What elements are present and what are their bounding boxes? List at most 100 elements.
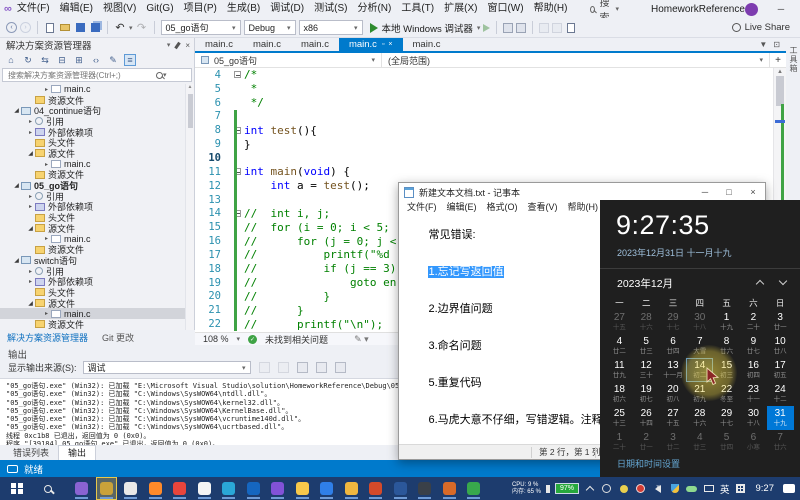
calendar-day-cell[interactable]: 5 廿三 [633, 334, 660, 358]
menu-item[interactable]: Git(G) [141, 0, 178, 18]
expander-icon[interactable] [26, 118, 35, 125]
edit-icon[interactable]: ✎ ▾ [354, 334, 369, 345]
navigate-back-icon[interactable]: ‹ [6, 22, 17, 33]
code-line[interactable]: 4 /* [195, 68, 786, 82]
tree-item[interactable]: 头文件 [0, 212, 186, 223]
expander-icon[interactable] [26, 300, 35, 307]
maximize-button[interactable]: □ [717, 183, 741, 201]
maximize-button[interactable]: □ [794, 0, 800, 18]
properties-icon[interactable]: ✎ [107, 55, 119, 66]
close-button[interactable]: × [741, 183, 765, 201]
add-view-button[interactable]: + [770, 53, 786, 67]
recording-icon[interactable] [635, 482, 647, 496]
dock-tab[interactable]: Git 更改 [95, 331, 141, 345]
tree-item[interactable]: 04_continue语句 [0, 105, 186, 116]
dock-tab[interactable]: 解决方案资源管理器 [0, 331, 95, 345]
tree-item[interactable]: 头文件 [0, 287, 186, 298]
sync-icon[interactable]: ↻ [22, 55, 34, 66]
editor-tab[interactable]: main.c ▫× [243, 38, 291, 51]
toolbar-icon[interactable] [503, 23, 513, 33]
menu-item[interactable]: 测试(S) [309, 0, 352, 18]
wordwrap-icon[interactable] [297, 362, 308, 373]
taskbar-app-button[interactable] [440, 478, 459, 499]
start-button[interactable] [0, 483, 34, 495]
toolbar-icon[interactable] [539, 23, 549, 33]
taskbar-app-button[interactable] [317, 478, 336, 499]
tree-item[interactable]: 外部依赖项 [0, 276, 186, 287]
tree-item[interactable]: 源文件 [0, 298, 186, 309]
expander-icon[interactable] [26, 129, 35, 136]
tray-app-icon[interactable] [618, 482, 630, 496]
fold-icon[interactable] [234, 71, 241, 78]
code-line[interactable]: 11 int main(void) { [195, 165, 786, 179]
tree-item[interactable]: main.c [0, 159, 186, 170]
expander-icon[interactable] [26, 225, 35, 232]
menu-item[interactable]: 查看(V) [523, 201, 563, 214]
scope-dropdown[interactable]: (全局范围) ▾ [382, 53, 770, 67]
menu-item[interactable]: 帮助(H) [563, 201, 604, 214]
pin-icon[interactable]: ▫ [382, 41, 384, 48]
zoom-level[interactable]: 108 % [203, 334, 229, 344]
taskbar-app-button[interactable] [219, 478, 238, 499]
code-line[interactable]: 5 * [195, 82, 786, 96]
scroll-up-icon[interactable]: ▲ [774, 68, 786, 76]
chevron-down-icon[interactable] [779, 276, 787, 284]
taskbar-search-button[interactable] [34, 485, 62, 493]
ime-grid-icon[interactable] [735, 482, 747, 496]
tree-item[interactable]: 外部依赖项 [0, 202, 186, 213]
start-debugging-button[interactable]: 本地 Windows 调试器 ▾ [370, 21, 481, 35]
navigate-forward-icon[interactable]: › [20, 22, 31, 33]
close-icon[interactable]: × [185, 41, 190, 50]
editor-tab[interactable]: main.c ▫× [195, 38, 243, 51]
expander-icon[interactable] [26, 193, 35, 200]
calendar-day-cell[interactable]: 6 廿四 [660, 334, 687, 358]
display-icon[interactable] [703, 482, 715, 496]
calendar-day-cell[interactable]: 26 十四 [633, 406, 660, 430]
calendar-day-cell[interactable]: 29 十七 [713, 406, 740, 430]
menu-item[interactable]: 帮助(H) [529, 0, 573, 18]
calendar-day-cell[interactable]: 12 三十 [633, 358, 660, 382]
menu-item[interactable]: 调试(D) [265, 0, 309, 18]
menu-item[interactable]: 项目(P) [179, 0, 222, 18]
tree-item[interactable]: main.c [0, 84, 186, 95]
scrollbar-thumb[interactable] [776, 76, 784, 106]
calendar-day-cell[interactable]: 20 初八 [660, 382, 687, 406]
taskbar-app-button[interactable] [464, 478, 483, 499]
date-time-settings-link[interactable]: 日期和时间设置 [617, 457, 680, 470]
taskbar-app-button[interactable] [391, 478, 410, 499]
save-all-icon[interactable] [89, 22, 101, 34]
code-line[interactable]: 8 int test(){ [195, 123, 786, 137]
notepad-titlebar[interactable]: 新建文本文档.txt - 记事本 ─ □ × [399, 183, 765, 201]
calendar-day-cell[interactable]: 11 廿九 [606, 358, 633, 382]
code-line[interactable]: 6 */ [195, 96, 786, 110]
menu-item[interactable]: 视图(V) [98, 0, 141, 18]
menu-item[interactable]: 分析(N) [352, 0, 396, 18]
taskbar-app-button[interactable] [72, 478, 91, 499]
timestamp-icon[interactable] [335, 362, 346, 373]
tree-item[interactable]: switch语句 [0, 255, 186, 266]
calendar-day-cell[interactable]: 29 十七 [660, 310, 687, 334]
platform-combo[interactable]: x86▾ [299, 20, 363, 35]
tree-item[interactable]: main.c [0, 308, 186, 319]
calendar-day-cell[interactable]: 27 十五 [660, 406, 687, 430]
tree-scrollbar[interactable]: ▲ [185, 84, 194, 330]
calendar-day-cell[interactable]: 3 廿二 [660, 430, 687, 454]
calendar-day-cell[interactable]: 1 二十 [606, 430, 633, 454]
switch-views-icon[interactable]: ⇆ [39, 55, 51, 66]
collapsed-panel-tab[interactable]: 工具箱 [788, 38, 799, 73]
expander-icon[interactable] [42, 161, 51, 168]
tree-item[interactable]: 资源文件 [0, 319, 186, 330]
taskbar-app-button[interactable] [146, 478, 165, 499]
undo-icon[interactable]: ↶ [114, 22, 126, 34]
calendar-day-cell[interactable]: 3 廿一 [767, 310, 794, 334]
calendar-day-cell[interactable]: 2 二十 [740, 310, 767, 334]
expander-icon[interactable] [26, 150, 35, 157]
calendar-day-cell[interactable]: 9 廿七 [740, 334, 767, 358]
expander-icon[interactable] [42, 235, 51, 242]
minimize-button[interactable]: ─ [693, 183, 717, 201]
editor-tab[interactable]: main.c ▫× [339, 38, 403, 51]
feedback-icon[interactable] [7, 465, 18, 473]
action-center-icon[interactable] [783, 482, 795, 496]
input-language-indicator[interactable]: 英 [720, 482, 730, 496]
open-file-icon[interactable] [59, 22, 71, 34]
